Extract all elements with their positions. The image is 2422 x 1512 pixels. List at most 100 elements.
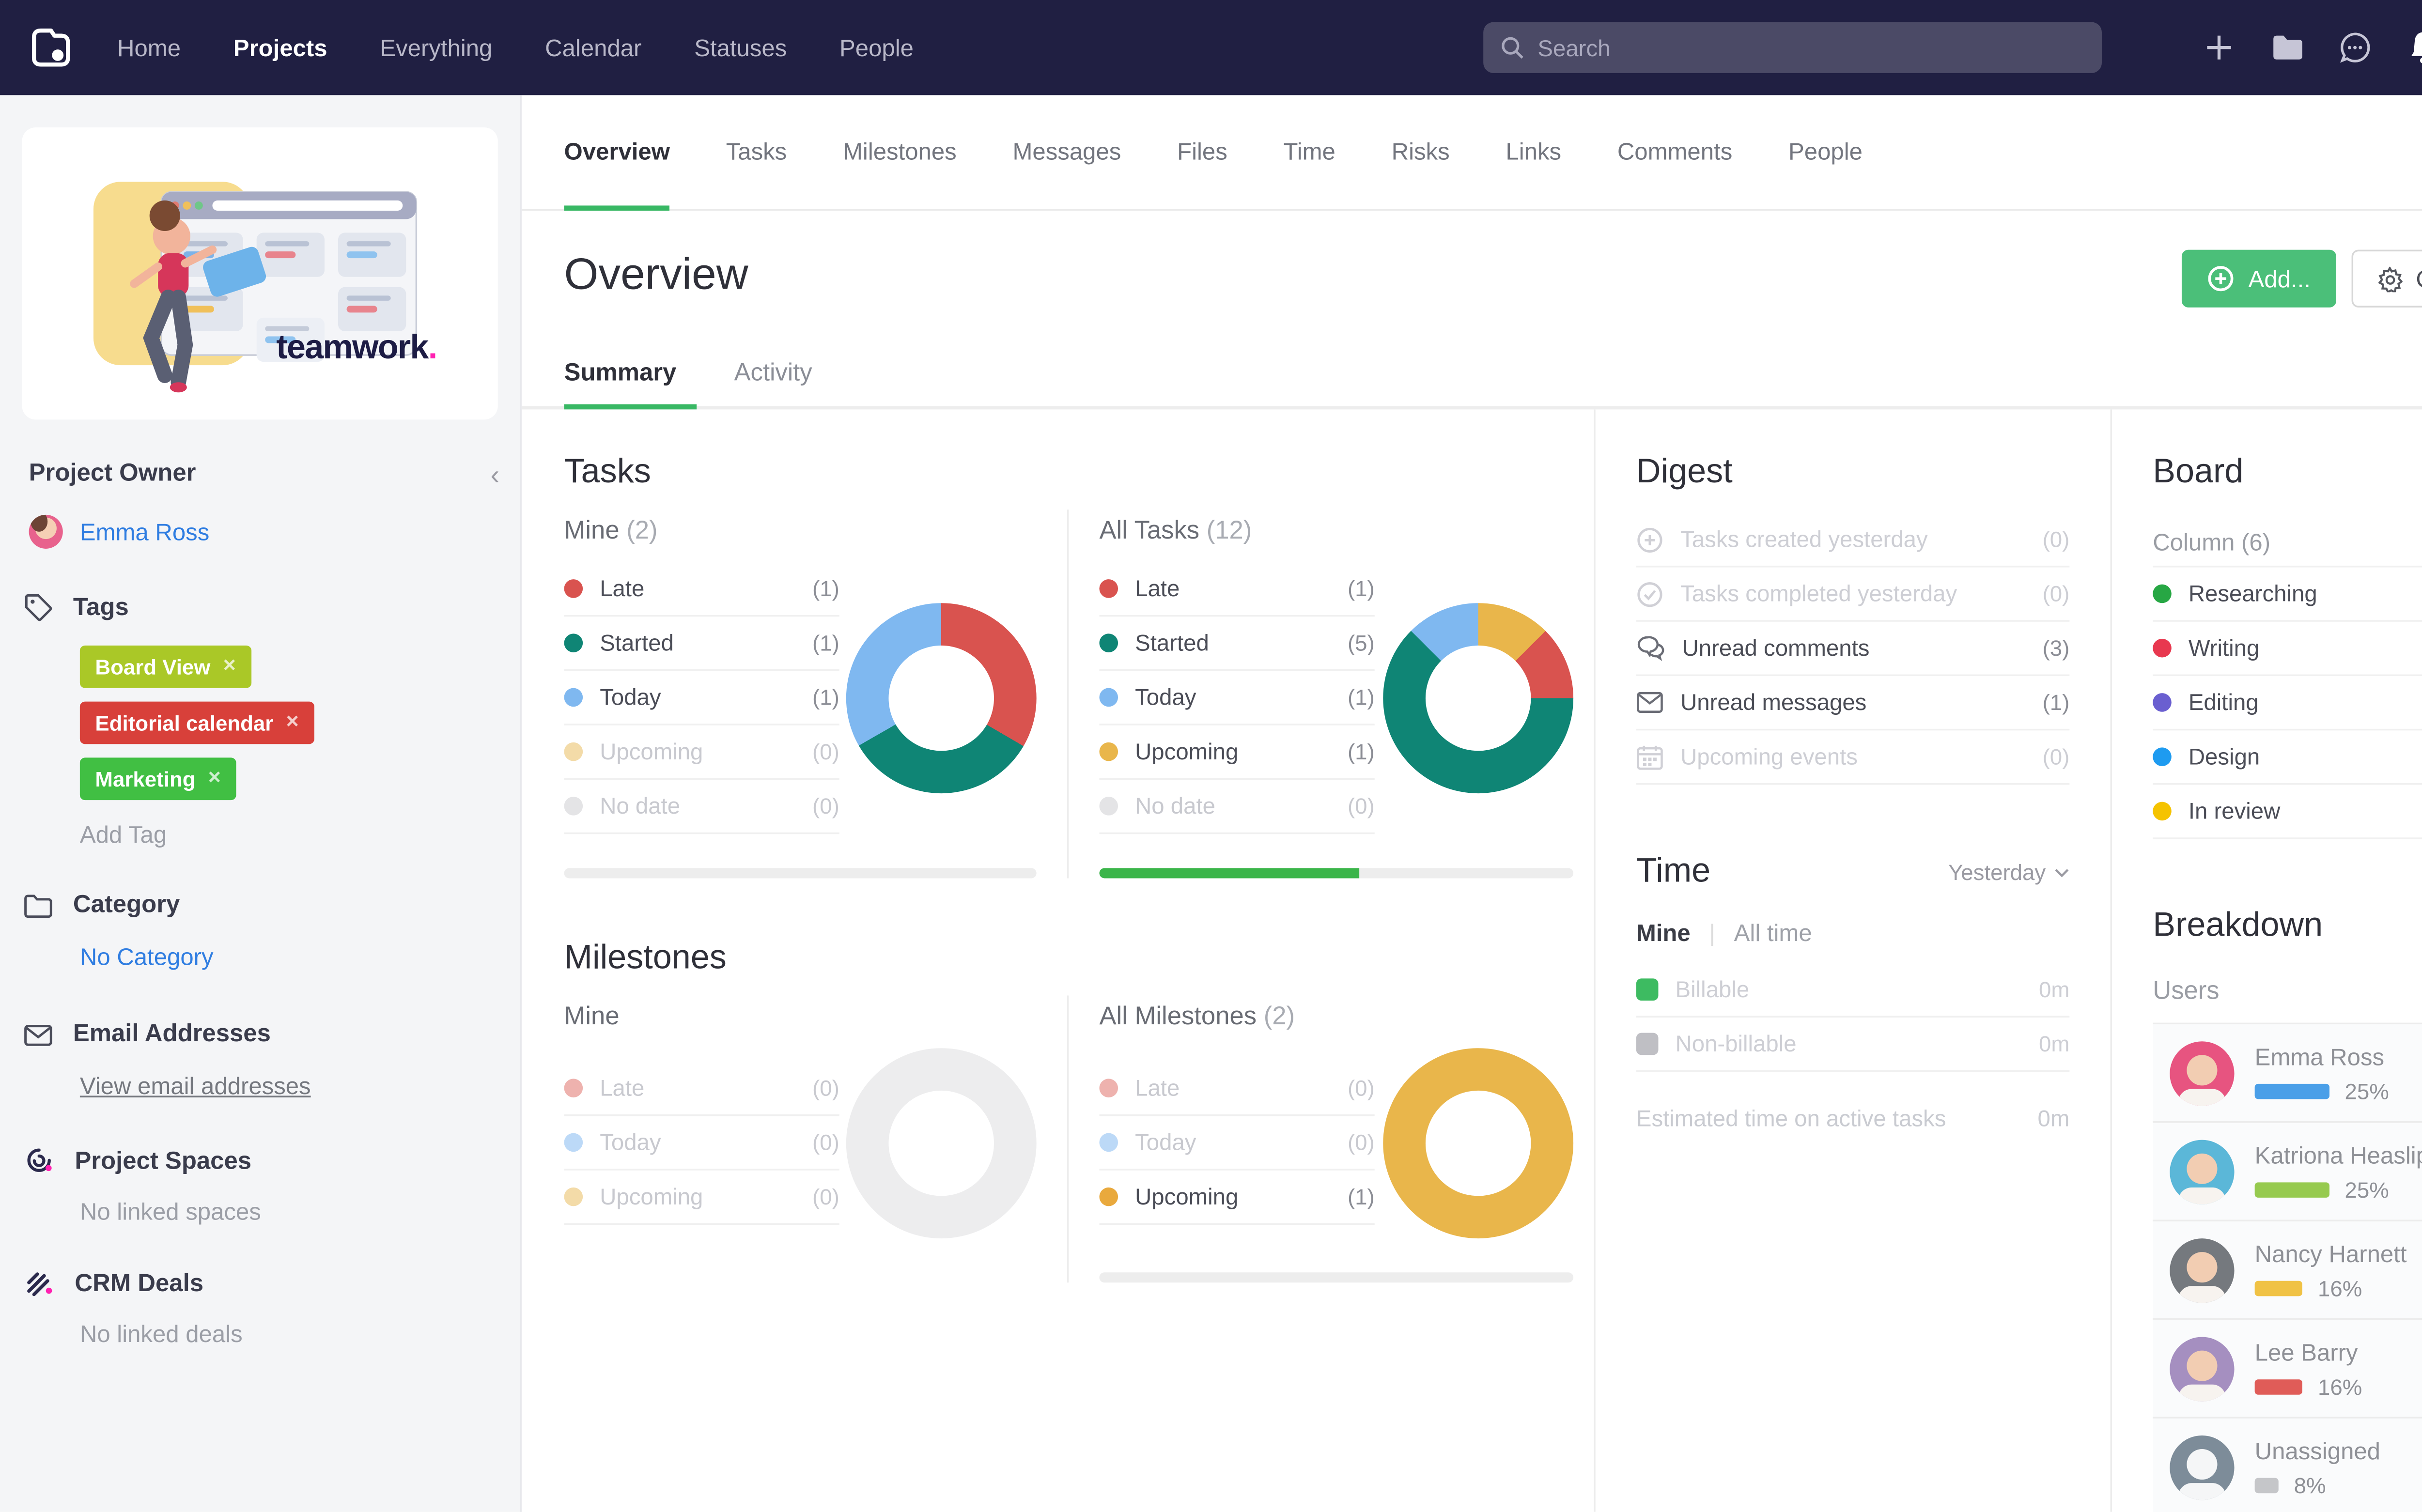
add-button[interactable]: Add... <box>2182 249 2336 308</box>
tab-people[interactable]: People <box>1788 95 1863 211</box>
nav-item-statuses[interactable]: Statuses <box>694 34 787 61</box>
nav-item-everything[interactable]: Everything <box>380 34 492 61</box>
project-owner-heading: Project Owner <box>29 460 196 488</box>
digest-upcoming-events[interactable]: Upcoming events (0) <box>1636 730 2070 785</box>
view-email-addresses-link[interactable]: View email addresses <box>80 1072 493 1099</box>
notifications-bell-icon[interactable] <box>2406 31 2422 64</box>
customize-button[interactable]: Customize <box>2351 249 2422 308</box>
milestone-filter-upcoming[interactable]: Upcoming (1) <box>1099 1171 1375 1225</box>
add-tag-button[interactable]: Add Tag <box>80 820 493 848</box>
time-range-dropdown[interactable]: Yesterday <box>1948 860 2069 885</box>
subtab-summary[interactable]: Summary <box>564 360 677 406</box>
time-nonbillable-row: Non-billable 0m <box>1636 1018 2070 1072</box>
digest-heading: Digest <box>1636 453 1733 491</box>
status-dot <box>564 742 583 761</box>
tab-messages[interactable]: Messages <box>1013 95 1121 211</box>
tasks-all-subpanel: All Tasks (12) Late (1) Started (5) Today(… <box>1069 509 1574 879</box>
remove-tag-icon[interactable]: ✕ <box>222 657 236 676</box>
milestones-all-subpanel: All Milestones (2) Late (0) Today (0) Upco… <box>1069 995 1574 1283</box>
user-row-emma-ross[interactable]: Emma Ross 25% 3 <box>2153 1024 2422 1123</box>
time-tab-alltime[interactable]: All time <box>1734 919 1812 946</box>
tab-comments[interactable]: Comments <box>1617 95 1732 211</box>
task-filter-nodate[interactable]: No date (0) <box>1099 780 1375 834</box>
user-row-katriona-heaslip[interactable]: Katriona Heaslip 25% 3 <box>2153 1123 2422 1222</box>
digest-unread-comments[interactable]: Unread comments (3) <box>1636 622 2070 677</box>
workload-bar <box>2254 1477 2279 1493</box>
nav-item-projects[interactable]: Projects <box>233 34 327 61</box>
search-placeholder: Search <box>1537 34 1611 61</box>
milestones-all-progressbar <box>1099 1272 1574 1283</box>
task-filter-today[interactable]: Today (1) <box>1099 671 1375 725</box>
board-row-researching[interactable]: Researching20 <box>2153 568 2422 622</box>
search-input[interactable]: Search <box>1483 22 2102 73</box>
board-row-editing[interactable]: Editing20 <box>2153 676 2422 731</box>
task-filter-upcoming[interactable]: Upcoming (1) <box>1099 725 1375 780</box>
board-row-inreview[interactable]: In review10 <box>2153 785 2422 839</box>
status-dot <box>1099 633 1118 652</box>
tab-links[interactable]: Links <box>1506 95 1561 211</box>
status-dot <box>1099 688 1118 707</box>
task-filter-started[interactable]: Started (1) <box>564 617 839 671</box>
status-dot <box>564 688 583 707</box>
email-addresses-heading: Email Addresses <box>24 1021 493 1048</box>
nav-item-home[interactable]: Home <box>117 34 181 61</box>
milestones-mine-label: Mine <box>564 1002 620 1032</box>
teamwork-logo-icon[interactable] <box>26 22 77 73</box>
digest-tasks-created[interactable]: Tasks created yesterday (0) <box>1636 513 2070 568</box>
milestone-filter-today[interactable]: Today (0) <box>1099 1116 1375 1171</box>
nav-item-calendar[interactable]: Calendar <box>545 34 641 61</box>
remove-tag-icon[interactable]: ✕ <box>285 713 299 732</box>
spaces-icon <box>27 1148 52 1172</box>
task-filter-today[interactable]: Today (1) <box>564 671 839 725</box>
task-filter-late[interactable]: Late (1) <box>564 562 839 617</box>
milestone-filter-late[interactable]: Late (0) <box>564 1062 839 1116</box>
tab-time[interactable]: Time <box>1284 95 1335 211</box>
nav-item-people[interactable]: People <box>839 34 914 61</box>
projects-switcher-folder-icon[interactable] <box>2271 31 2305 64</box>
time-heading: Time Yesterday <box>1636 853 2069 892</box>
owner-name-link[interactable]: Emma Ross <box>80 518 209 545</box>
envelope-icon <box>24 1024 52 1045</box>
tab-risks[interactable]: Risks <box>1392 95 1450 211</box>
chat-icon[interactable] <box>2339 31 2373 64</box>
sidebar-collapse-chevron-icon[interactable]: ‹ <box>491 462 500 493</box>
task-filter-nodate[interactable]: No date (0) <box>564 780 839 834</box>
subtab-activity[interactable]: Activity <box>734 360 812 406</box>
no-category-link[interactable]: No Category <box>80 943 493 970</box>
users-table: Emma Ross 25% 3 Katriona Heaslip 25% <box>2153 1022 2422 1512</box>
digest-tasks-completed[interactable]: Tasks completed yesterday (0) <box>1636 568 2070 622</box>
tasks-mine-subpanel: Mine (2) Late (1) Started (1) Today (1) Upc… <box>564 509 1069 879</box>
user-row-lee-barry[interactable]: Lee Barry 16% 2 <box>2153 1320 2422 1419</box>
user-row-unassigned[interactable]: Unassigned 8% 1 <box>2153 1418 2422 1512</box>
status-dot <box>564 797 583 816</box>
digest-unread-messages[interactable]: Unread messages (1) <box>1636 676 2070 731</box>
tag-chip-marketing[interactable]: Marketing ✕ <box>79 757 237 801</box>
board-row-design[interactable]: Design10 <box>2153 730 2422 785</box>
calendar-icon <box>1637 745 1663 769</box>
tasks-mine-label: Mine (2) <box>564 516 658 545</box>
tag-icon <box>25 594 52 621</box>
task-filter-late[interactable]: Late (1) <box>1099 562 1375 617</box>
milestone-filter-late[interactable]: Late (0) <box>1099 1062 1375 1116</box>
task-filter-started[interactable]: Started (5) <box>1099 617 1375 671</box>
tab-overview[interactable]: Overview <box>564 95 670 211</box>
status-dot <box>1099 742 1118 761</box>
milestone-filter-upcoming[interactable]: Upcoming (0) <box>564 1171 839 1225</box>
board-row-writing[interactable]: Writing10 <box>2153 622 2422 677</box>
digest-time-column: Digest Tasks created yesterday (0) Tasks … <box>1594 409 2112 1512</box>
milestone-filter-today[interactable]: Today (0) <box>564 1116 839 1171</box>
envelope-icon <box>1637 692 1663 713</box>
billable-swatch <box>1636 978 1659 1001</box>
remove-tag-icon[interactable]: ✕ <box>207 770 221 788</box>
time-tab-mine[interactable]: Mine <box>1636 919 1691 946</box>
avatar <box>2170 1139 2235 1204</box>
user-row-nancy-harnett[interactable]: Nancy Harnett 16% 2 <box>2153 1221 2422 1320</box>
quick-add-icon[interactable] <box>2203 31 2237 64</box>
tag-chip-board-view[interactable]: Board View ✕ <box>79 645 252 688</box>
tab-files[interactable]: Files <box>1177 95 1227 211</box>
tab-milestones[interactable]: Milestones <box>843 95 957 211</box>
column-color-dot <box>2153 802 2172 821</box>
task-filter-upcoming[interactable]: Upcoming (0) <box>564 725 839 780</box>
tab-tasks[interactable]: Tasks <box>726 95 787 211</box>
tag-chip-editorial-calendar[interactable]: Editorial calendar ✕ <box>79 701 315 744</box>
